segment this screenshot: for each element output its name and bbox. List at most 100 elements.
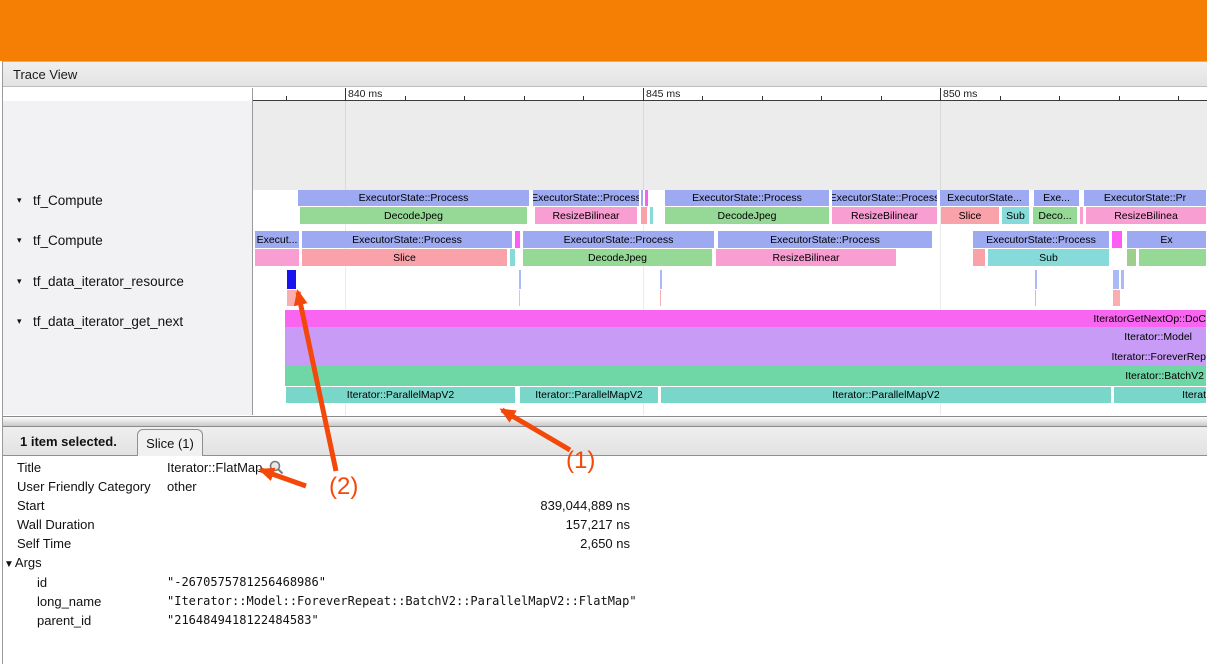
- slice-bar[interactable]: [1035, 270, 1038, 289]
- slice-bar[interactable]: ExecutorState::Process: [665, 190, 830, 206]
- slice-bar[interactable]: [641, 207, 648, 224]
- slice-bar[interactable]: [519, 290, 521, 306]
- collapse-triangle-icon[interactable]: ▾: [17, 235, 29, 246]
- slice-bar[interactable]: Exe...: [1034, 190, 1080, 206]
- collapse-triangle-icon[interactable]: ▾: [17, 276, 29, 287]
- slice-bar[interactable]: ResizeBilinea: [1086, 207, 1207, 224]
- slice-bar[interactable]: ExecutorState::Process: [298, 190, 530, 206]
- slice-bar[interactable]: ExecutorState::Process: [973, 231, 1110, 248]
- slice-bar[interactable]: [973, 249, 986, 266]
- track-label: tf_Compute: [33, 233, 103, 248]
- collapse-triangle-icon[interactable]: ▾: [17, 195, 29, 206]
- slice-bar[interactable]: DecodeJpeg: [523, 249, 713, 266]
- arg-value: "-2670575781256468986": [167, 575, 326, 589]
- slice-bar[interactable]: Deco...: [1033, 207, 1078, 224]
- major-tick: [345, 88, 346, 101]
- major-tick: [643, 88, 644, 101]
- detail-value: Iterator::FlatMap: [167, 460, 262, 475]
- slice-bar[interactable]: Sub: [1002, 207, 1030, 224]
- slice-bar[interactable]: ResizeBilinear: [832, 207, 938, 224]
- slice-bar[interactable]: [660, 290, 662, 306]
- slice-bar[interactable]: [641, 190, 644, 206]
- slice-bar[interactable]: Iterator::ParallelMapV2: [661, 387, 1112, 403]
- slice-bar[interactable]: [1080, 207, 1084, 224]
- slice-bar[interactable]: [1139, 249, 1207, 266]
- slice-bar[interactable]: [515, 231, 521, 248]
- detail-value: 839,044,889 ns: [540, 498, 630, 513]
- detail-label: User Friendly Category: [17, 479, 151, 494]
- ruler-label: 840 ms: [348, 88, 382, 100]
- details-header: 1 item selected. Slice (1): [3, 427, 1207, 456]
- slice-bar[interactable]: Iterator::BatchV2: [285, 366, 1207, 386]
- args-collapse-icon[interactable]: ▼: [4, 559, 14, 570]
- slice-bar[interactable]: Iterator::Model: [285, 327, 1207, 347]
- sidebar-top-strip: [3, 88, 252, 101]
- sidebar-track-tf_data_iterator_resource[interactable]: ▾tf_data_iterator_resource: [3, 271, 251, 291]
- slice-bar[interactable]: [519, 270, 522, 289]
- slice-bar[interactable]: [510, 249, 516, 266]
- minor-tick: [1059, 96, 1060, 101]
- minor-tick: [286, 96, 287, 101]
- sidebar-track-tf_Compute[interactable]: ▾ tf_Compute: [3, 230, 251, 250]
- arg-label: parent_id: [37, 613, 91, 628]
- slice-bar[interactable]: Slice: [302, 249, 508, 266]
- slice-bar[interactable]: ExecutorState...: [940, 190, 1030, 206]
- slice-bar[interactable]: ExecutorState::Process: [832, 190, 938, 206]
- slice-bar[interactable]: [1035, 290, 1037, 306]
- arg-value: "2164849418122484583": [167, 613, 319, 627]
- slice-bar[interactable]: Iterat: [1114, 387, 1207, 403]
- slice-bar[interactable]: ResizeBilinear: [535, 207, 638, 224]
- top-orange-banner: [0, 0, 1207, 61]
- sidebar-track-tf_Compute[interactable]: ▾tf_Compute: [3, 190, 251, 210]
- sidebar-track-tf_data_iterator_get_next[interactable]: ▾tf_data_iterator_get_next: [3, 311, 251, 331]
- slice-bar[interactable]: ExecutorState::Process: [533, 190, 640, 206]
- slice-bar[interactable]: [1113, 270, 1120, 289]
- slice-bar[interactable]: [1127, 249, 1137, 266]
- panel-splitter[interactable]: [3, 416, 1207, 427]
- trace-view-title: Trace View: [13, 67, 77, 82]
- slice-bar[interactable]: Slice: [941, 207, 1000, 224]
- args-section-header[interactable]: ▼Args: [4, 555, 42, 570]
- tab-slice[interactable]: Slice (1): [137, 429, 203, 456]
- timeline-canvas[interactable]: 840 ms845 ms850 ms ExecutorState::Proces…: [253, 88, 1207, 415]
- slice-bar[interactable]: [660, 270, 663, 289]
- minor-tick: [583, 96, 584, 101]
- slice-bar[interactable]: Sub: [988, 249, 1110, 266]
- collapse-triangle-icon[interactable]: ▾: [17, 316, 29, 327]
- major-tick: [940, 88, 941, 101]
- arg-row: id"-2670575781256468986": [0, 573, 1207, 592]
- selected-slice[interactable]: [287, 270, 297, 289]
- time-ruler: 840 ms845 ms850 ms: [253, 88, 1207, 101]
- detail-row: Start 839,044,889 ns: [0, 496, 1207, 515]
- minor-tick: [1119, 96, 1120, 101]
- slice-bar[interactable]: Execut...: [255, 231, 300, 248]
- slice-bar[interactable]: [1113, 290, 1121, 306]
- slice-bar[interactable]: Ex: [1127, 231, 1207, 248]
- details-body: TitleIterator::FlatMapUser Friendly Cate…: [0, 456, 1207, 664]
- slice-bar[interactable]: [1112, 231, 1123, 248]
- magnifier-icon[interactable]: [269, 460, 284, 475]
- slice-bar[interactable]: DecodeJpeg: [300, 207, 528, 224]
- slice-bar[interactable]: [255, 249, 300, 266]
- slice-bar[interactable]: ResizeBilinear: [716, 249, 897, 266]
- slice-bar[interactable]: [287, 290, 298, 306]
- track-label-sidebar: ▾tf_Compute▾tf_Compute▾tf_data_iterator_…: [3, 88, 253, 415]
- detail-value: 2,650 ns: [580, 536, 630, 551]
- slice-bar[interactable]: ExecutorState::Process: [523, 231, 715, 248]
- slice-bar[interactable]: Iterator::ForeverRep: [285, 347, 1207, 366]
- slice-bar[interactable]: IteratorGetNextOp::DoC: [285, 310, 1207, 327]
- detail-label: Start: [17, 498, 44, 513]
- slice-bar[interactable]: DecodeJpeg: [665, 207, 830, 224]
- slice-bar[interactable]: [650, 207, 654, 224]
- slice-bar[interactable]: [645, 190, 649, 206]
- slice-bar[interactable]: Iterator::ParallelMapV2: [286, 387, 516, 403]
- minor-tick: [702, 96, 703, 101]
- slice-bar[interactable]: ExecutorState::Process: [718, 231, 933, 248]
- slice-bar[interactable]: Iterator::ParallelMapV2: [520, 387, 659, 403]
- detail-value: 157,217 ns: [566, 517, 630, 532]
- minor-tick: [821, 96, 822, 101]
- slice-bar[interactable]: ExecutorState::Pr: [1084, 190, 1207, 206]
- slice-bar[interactable]: ExecutorState::Process: [302, 231, 513, 248]
- slice-bar[interactable]: [1121, 270, 1125, 289]
- trace-viewer-screen: Trace View ▾tf_Compute▾tf_Compute▾tf_dat…: [0, 0, 1207, 664]
